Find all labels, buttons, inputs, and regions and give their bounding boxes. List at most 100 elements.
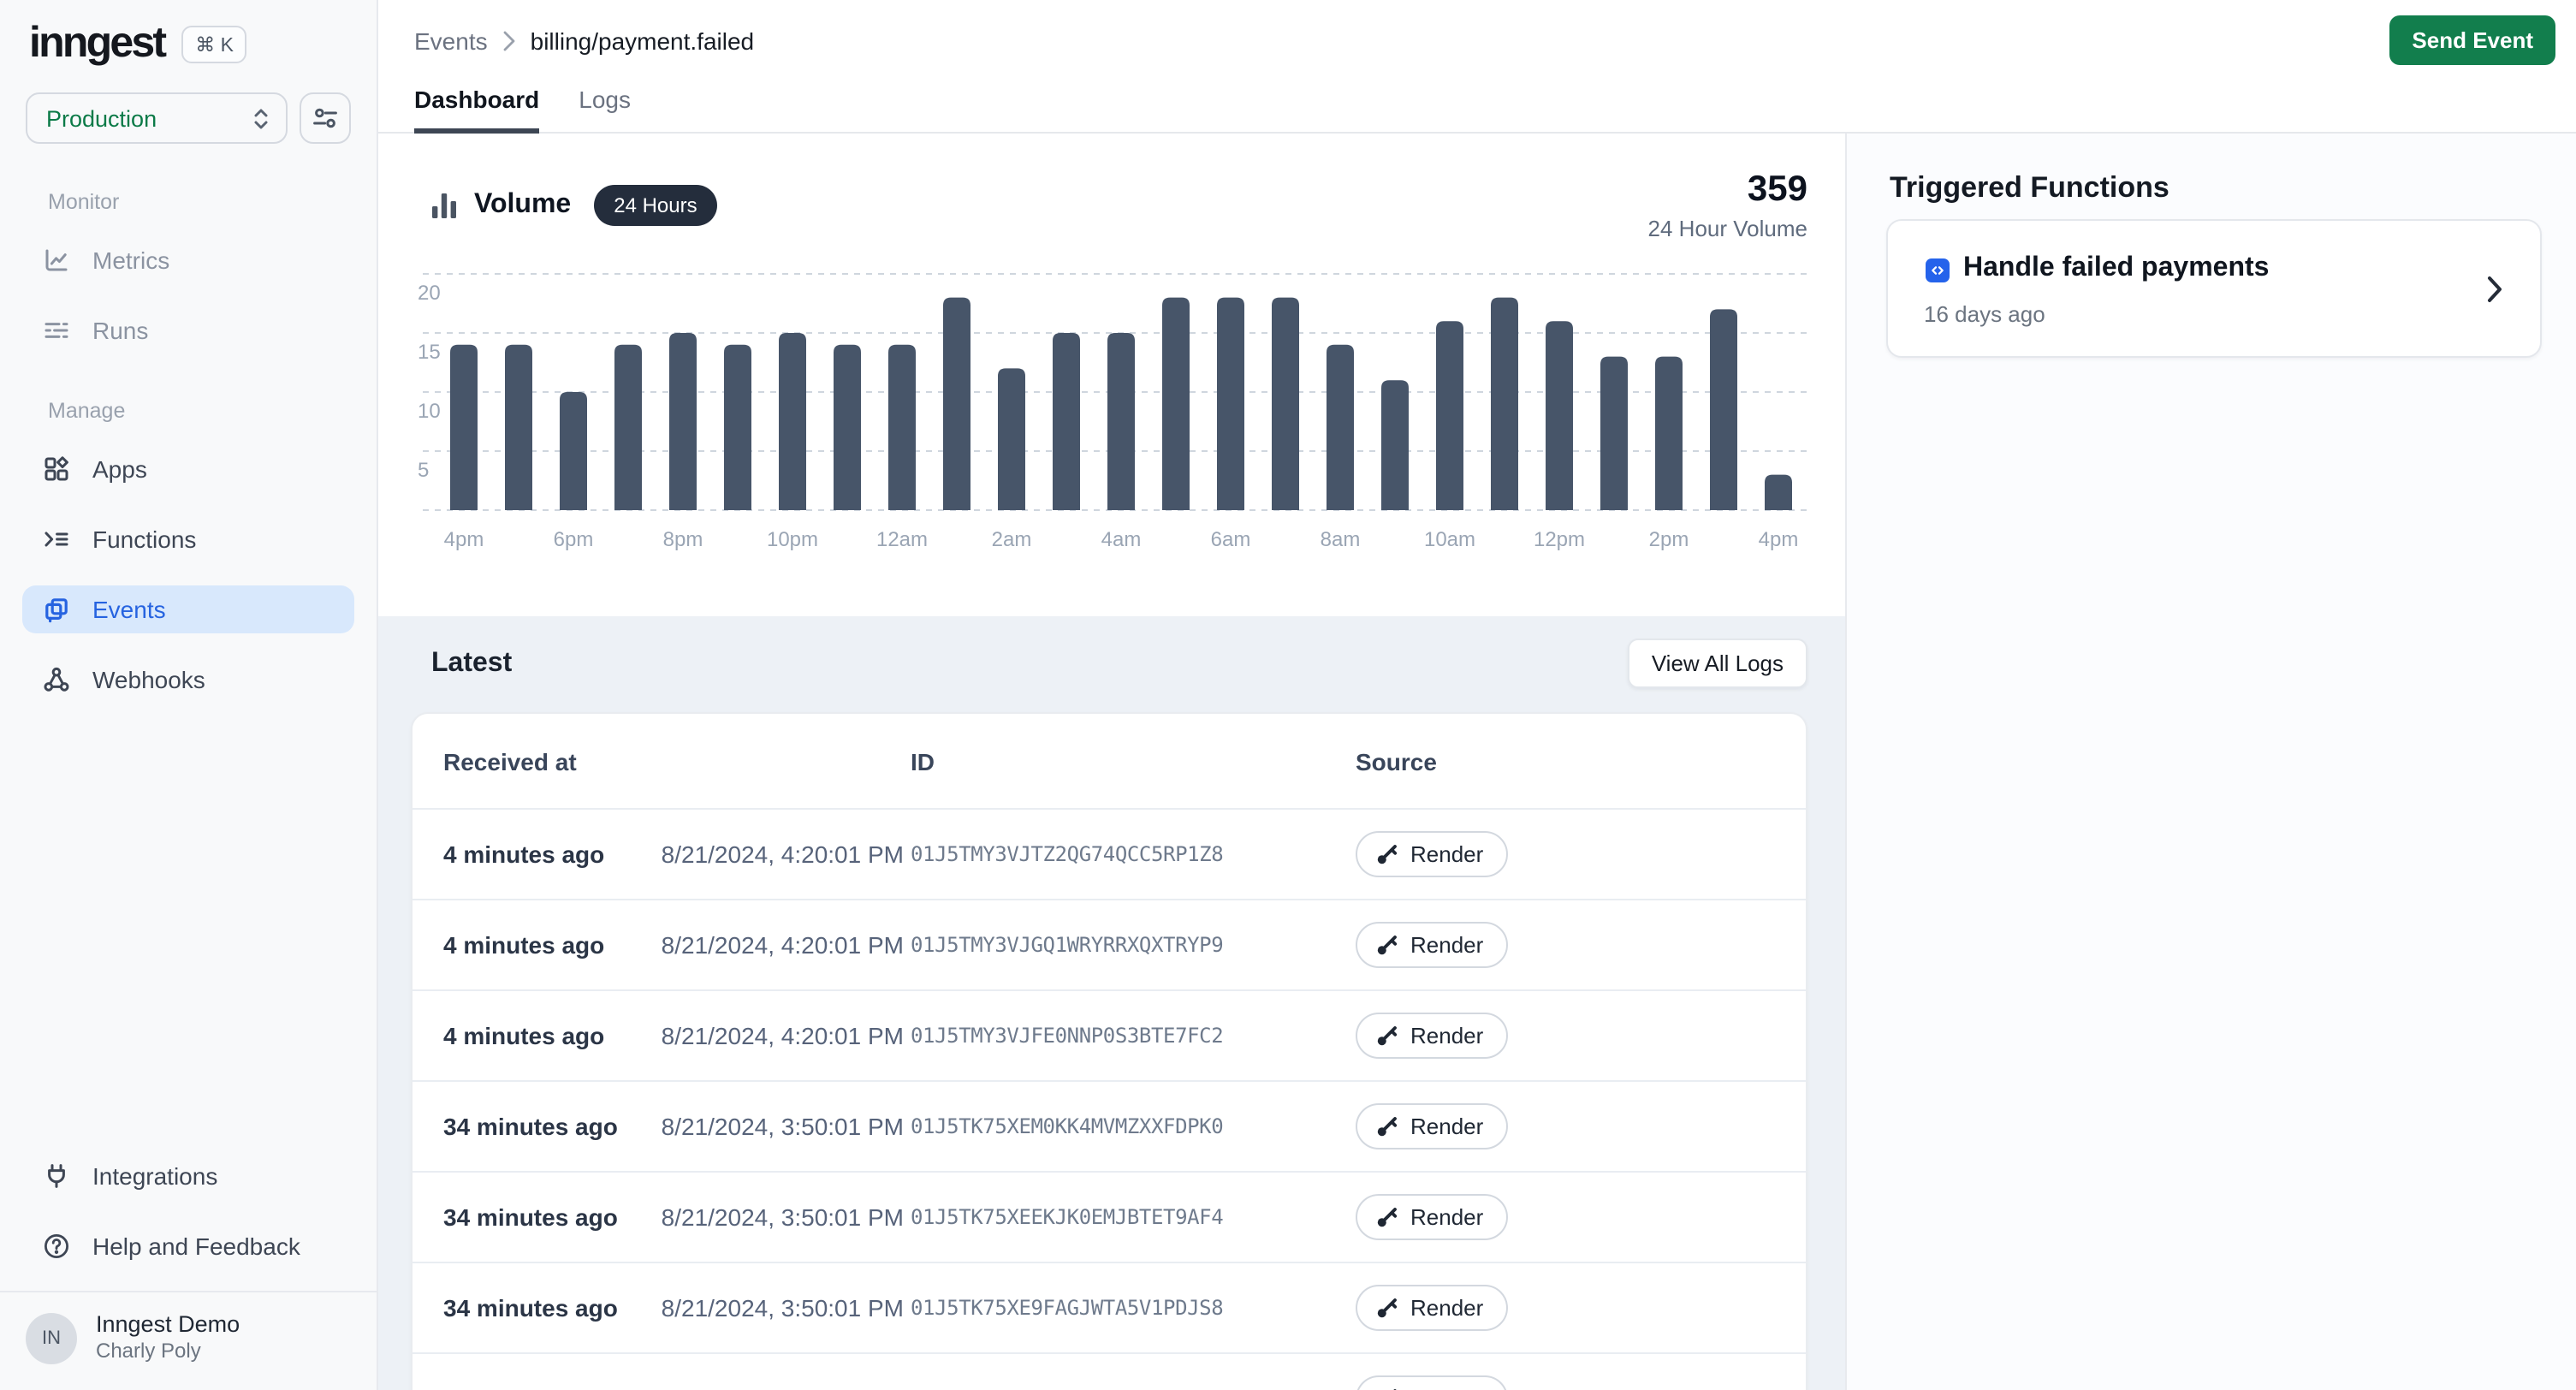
function-code-icon xyxy=(1926,258,1950,282)
volume-bar[interactable] xyxy=(1217,298,1244,510)
event-row[interactable]: 4 minutes ago 8/21/2024, 4:20:01 PM 01J5TM… xyxy=(413,808,1806,899)
y-axis-tick: 10 xyxy=(418,400,441,423)
event-id: 01J5TK75XEEKJK0EMJBTET9AF4 xyxy=(911,1205,1223,1229)
line-chart-icon xyxy=(43,247,70,274)
received-at-cell: 34 minutes ago8/21/2024, 3:50:01 PM xyxy=(443,1203,904,1231)
key-icon xyxy=(1374,1205,1398,1229)
received-relative: 4 minutes ago xyxy=(443,841,604,868)
sidebar-item-apps[interactable]: Apps xyxy=(22,445,354,493)
functions-icon xyxy=(43,526,70,553)
volume-bar[interactable] xyxy=(998,368,1025,510)
sidebar: inngest ⌘ K Production Monitor Metrics xyxy=(0,0,378,1390)
chevron-right-icon xyxy=(2487,275,2502,302)
volume-bar[interactable] xyxy=(1600,357,1628,510)
environment-filter-button[interactable] xyxy=(300,92,351,144)
event-row[interactable]: 34 minutes ago8/21/2024, 3:50:01 PM01J5T… xyxy=(413,1080,1806,1171)
volume-bar[interactable] xyxy=(614,345,642,510)
sidebar-item-metrics[interactable]: Metrics xyxy=(22,236,354,284)
sidebar-item-events[interactable]: Events xyxy=(22,585,354,633)
render-source-button[interactable]: Render xyxy=(1356,831,1507,877)
volume-bar[interactable] xyxy=(1107,333,1135,510)
user-menu[interactable]: IN Inngest Demo Charly Poly xyxy=(0,1292,377,1390)
volume-bar[interactable] xyxy=(1162,298,1190,510)
received-at-cell: 4 minutes ago8/21/2024, 4:20:01 PM xyxy=(443,931,904,959)
event-row[interactable]: 4 minutes ago8/21/2024, 4:20:01 PM01J5TM… xyxy=(413,989,1806,1080)
event-id: 01J5TMY3VJTZ2QG74QCC5RP1Z8 xyxy=(911,842,1223,866)
sidebar-item-help[interactable]: Help and Feedback xyxy=(22,1221,354,1269)
tab-dashboard[interactable]: Dashboard xyxy=(414,86,539,134)
key-icon xyxy=(1374,1114,1398,1138)
environment-select[interactable]: Production xyxy=(26,92,288,144)
sidebar-item-webhooks[interactable]: Webhooks xyxy=(22,656,354,704)
send-event-button[interactable]: Send Event xyxy=(2389,15,2555,65)
received-relative: 4 minutes ago xyxy=(443,1022,604,1049)
volume-bar[interactable] xyxy=(450,345,478,510)
breadcrumb-current: billing/payment.failed xyxy=(531,27,755,55)
received-timestamp: 8/21/2024, 4:20:01 PM xyxy=(662,1022,904,1049)
command-k-label: ⌘ K xyxy=(195,32,234,56)
environment-value: Production xyxy=(46,105,157,131)
volume-bar[interactable] xyxy=(505,345,532,510)
events-table-header: Received at ID Source xyxy=(413,714,1806,808)
sidebar-item-functions[interactable]: Functions xyxy=(22,515,354,563)
render-source-button[interactable]: Render xyxy=(1356,1194,1507,1240)
x-axis-tick: 4pm xyxy=(444,528,484,551)
volume-bar[interactable] xyxy=(779,333,806,510)
view-all-logs-button[interactable]: View All Logs xyxy=(1628,639,1807,688)
column-id: ID xyxy=(911,747,935,775)
sidebar-item-label: Apps xyxy=(92,455,147,483)
event-row[interactable]: 4 minutes ago8/21/2024, 4:20:01 PM01J5TM… xyxy=(413,899,1806,989)
volume-title: Volume xyxy=(474,190,571,221)
x-axis-tick: 4am xyxy=(1101,528,1142,551)
volume-bar[interactable] xyxy=(560,392,587,510)
command-k-shortcut[interactable]: ⌘ K xyxy=(181,25,247,62)
function-card[interactable]: Handle failed payments 16 days ago xyxy=(1886,219,2542,358)
volume-bar[interactable] xyxy=(1327,345,1354,510)
event-row[interactable]: 34 minutes ago8/21/2024, 3:50:01 PM 01J5T… xyxy=(413,1171,1806,1262)
received-relative: 44 minutes ago xyxy=(443,1385,618,1390)
source-label: Render xyxy=(1410,1295,1483,1321)
volume-bar[interactable] xyxy=(1655,357,1683,510)
received-timestamp: 8/21/2024, 4:20:01 PM xyxy=(662,841,904,868)
volume-bar[interactable] xyxy=(724,345,751,510)
key-icon xyxy=(1374,1387,1398,1390)
volume-bar[interactable] xyxy=(943,298,970,510)
render-source-button[interactable]: Render xyxy=(1356,1285,1507,1331)
sidebar-item-label: Metrics xyxy=(92,247,169,274)
x-axis-tick: 6am xyxy=(1211,528,1251,551)
tab-logs[interactable]: Logs xyxy=(579,86,631,134)
received-at-cell: 34 minutes ago8/21/2024, 3:50:01 PM xyxy=(443,1294,904,1322)
render-source-button[interactable]: Render xyxy=(1356,1103,1507,1149)
volume-bar[interactable] xyxy=(1436,321,1463,510)
volume-bar[interactable] xyxy=(834,345,861,510)
volume-bar[interactable] xyxy=(1491,298,1518,510)
received-relative: 4 minutes ago xyxy=(443,931,604,959)
sidebar-item-runs[interactable]: Runs xyxy=(22,306,354,354)
event-row[interactable]: 44 minutes ago8/21/2024, 3:40:01 PM01J5T… xyxy=(413,1352,1806,1390)
sidebar-item-label: Integrations xyxy=(92,1161,217,1189)
render-source-button[interactable]: Render xyxy=(1356,922,1507,968)
sidebar-item-label: Runs xyxy=(92,317,148,344)
received-at-cell: 34 minutes ago8/21/2024, 3:50:01 PM xyxy=(443,1113,904,1140)
volume-chart-card: 51015204pm6pm8pm10pm12am2am4am6am8am10am… xyxy=(378,134,1845,616)
volume-bar[interactable] xyxy=(1546,321,1573,510)
volume-bar[interactable] xyxy=(1272,298,1299,510)
source-label: Render xyxy=(1410,841,1483,867)
volume-bar[interactable] xyxy=(1710,309,1737,510)
y-axis-tick: 15 xyxy=(418,341,441,364)
volume-bar[interactable] xyxy=(1053,333,1080,510)
list-runs-icon xyxy=(43,317,70,344)
volume-bar[interactable] xyxy=(669,333,697,510)
received-at-cell: 4 minutes ago 8/21/2024, 4:20:01 PM xyxy=(443,1022,904,1049)
event-row[interactable]: 34 minutes ago8/21/2024, 3:50:01 PM01J5T… xyxy=(413,1262,1806,1352)
render-source-button[interactable]: Render xyxy=(1356,1375,1507,1390)
received-timestamp: 8/21/2024, 3:50:01 PM xyxy=(662,1203,904,1231)
volume-bar[interactable] xyxy=(888,345,916,510)
volume-bar[interactable] xyxy=(1765,475,1792,510)
sidebar-item-integrations[interactable]: Integrations xyxy=(22,1151,354,1199)
render-source-button[interactable]: Render xyxy=(1356,1013,1507,1059)
breadcrumb-events-link[interactable]: Events xyxy=(414,27,488,55)
volume-bar[interactable] xyxy=(1381,380,1409,510)
chevron-up-down-icon xyxy=(252,105,270,131)
sidebar-item-label: Webhooks xyxy=(92,666,205,693)
